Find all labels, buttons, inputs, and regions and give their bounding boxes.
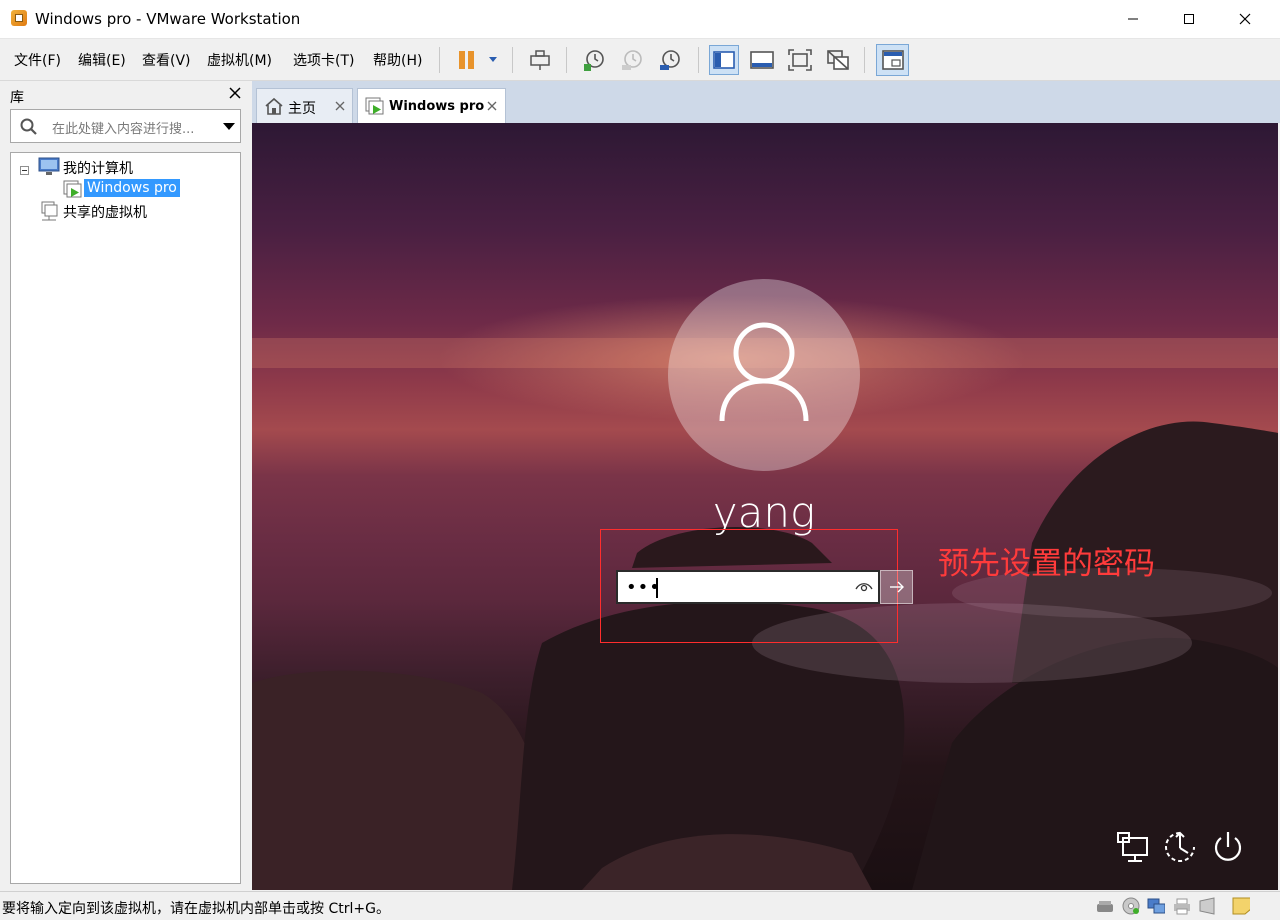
- toolbar-separator: [566, 47, 567, 73]
- hard-disk-icon[interactable]: [1096, 897, 1114, 915]
- network-button[interactable]: [1114, 829, 1150, 865]
- toolbar-separator: [864, 47, 865, 73]
- printer-icon[interactable]: [1173, 897, 1191, 915]
- full-screen-icon: [788, 49, 812, 71]
- keyboard-icon: [530, 50, 550, 70]
- minimize-icon: [1128, 18, 1138, 20]
- close-library-icon[interactable]: [228, 86, 242, 100]
- tree-item-shared-vms[interactable]: 共享的虚拟机: [11, 201, 240, 221]
- unity-button[interactable]: [823, 45, 853, 75]
- unity-icon: [827, 50, 849, 70]
- menu-edit[interactable]: 编辑(E): [78, 50, 126, 70]
- tree-label-my-computer: 我的计算机: [63, 161, 133, 177]
- maximize-icon: [1184, 14, 1194, 24]
- network-icon: [1117, 832, 1148, 862]
- reveal-password-icon[interactable]: [855, 581, 873, 593]
- menu-help[interactable]: 帮助(H): [373, 50, 422, 70]
- maximize-button[interactable]: [1166, 0, 1212, 38]
- close-tab-icon[interactable]: [487, 101, 497, 111]
- full-screen-button[interactable]: [785, 45, 815, 75]
- snapshot-manager-button[interactable]: [655, 45, 685, 75]
- menu-tabs[interactable]: 选项卡(T): [293, 50, 354, 70]
- tab-bar: 主页 Windows pro: [252, 81, 1280, 123]
- tree-item-my-computer[interactable]: 我的计算机: [11, 157, 240, 177]
- menu-vm[interactable]: 虚拟机(M): [207, 50, 272, 70]
- tree-label-shared-vms: 共享的虚拟机: [63, 205, 147, 221]
- vm-running-icon: [63, 180, 82, 198]
- status-message: 要将输入定向到该虚拟机，请在虚拟机内部单击或按 Ctrl+G。: [2, 901, 390, 917]
- network-adapter-icon[interactable]: [1147, 897, 1165, 915]
- tab-windows-pro[interactable]: Windows pro: [357, 88, 506, 123]
- window-title: Windows pro - VMware Workstation: [35, 10, 301, 28]
- cd-dvd-icon[interactable]: [1122, 897, 1140, 915]
- power-button[interactable]: [1210, 829, 1246, 865]
- vmware-app-icon: [11, 10, 27, 26]
- accessibility-icon: [1165, 831, 1195, 862]
- take-snapshot-button[interactable]: [579, 45, 609, 75]
- close-icon: [1239, 13, 1251, 25]
- power-icon: [1214, 832, 1242, 861]
- pause-icon: [459, 51, 497, 69]
- revert-snapshot-button[interactable]: [617, 45, 647, 75]
- shared-vm-icon: [41, 201, 58, 221]
- thumbnail-bar-icon: [750, 51, 774, 69]
- password-input[interactable]: •••: [616, 570, 880, 604]
- thumbnail-bar-button[interactable]: [747, 45, 777, 75]
- library-tree: 我的计算机 Windows pro 共享的虚拟机: [10, 152, 241, 884]
- user-avatar: [668, 279, 860, 471]
- tree-item-windows-pro[interactable]: Windows pro: [11, 179, 240, 199]
- library-title: 库: [10, 90, 24, 106]
- tree-label-windows-pro: Windows pro: [84, 179, 180, 197]
- console-view-button[interactable]: [876, 44, 909, 76]
- pause-vm-button[interactable]: [450, 45, 500, 75]
- toolbar-separator: [512, 47, 513, 73]
- revert-clock-icon: [622, 50, 642, 70]
- user-icon: [719, 322, 809, 422]
- arrow-right-icon: [889, 581, 904, 593]
- display-icon[interactable]: [1198, 897, 1216, 915]
- tab-windows-pro-label: Windows pro: [389, 99, 485, 114]
- home-icon: [265, 97, 283, 115]
- text-caret: [656, 578, 658, 598]
- search-placeholder: 在此处键入内容进行搜...: [52, 122, 195, 137]
- close-tab-icon[interactable]: [335, 101, 345, 111]
- show-library-button[interactable]: [709, 45, 739, 75]
- title-bar: Windows pro - VMware Workstation: [0, 0, 1280, 39]
- library-view-icon: [713, 51, 735, 69]
- send-ctrl-alt-del-button[interactable]: [525, 45, 555, 75]
- library-header: 库: [0, 81, 250, 108]
- status-bar: 要将输入定向到该虚拟机，请在虚拟机内部单击或按 Ctrl+G。: [0, 891, 1280, 920]
- annotation-text: 预先设置的密码: [938, 546, 1155, 582]
- toolbar-separator: [439, 47, 440, 73]
- library-search-input[interactable]: 在此处键入内容进行搜...: [10, 109, 241, 143]
- vm-running-icon: [365, 97, 384, 115]
- tab-home-label: 主页: [288, 101, 316, 117]
- tab-home[interactable]: 主页: [256, 88, 353, 123]
- menu-view[interactable]: 查看(V): [142, 50, 191, 70]
- accessibility-button[interactable]: [1162, 829, 1198, 865]
- message-log-icon[interactable]: [1232, 897, 1250, 915]
- minimize-button[interactable]: [1110, 0, 1156, 38]
- snapshot-clock-icon: [584, 50, 604, 71]
- collapse-toggle[interactable]: [20, 166, 29, 175]
- menu-toolbar: 文件(F) 编辑(E) 查看(V) 虚拟机(M) 选项卡(T) 帮助(H): [0, 39, 1280, 81]
- chevron-down-icon[interactable]: [223, 123, 235, 131]
- search-icon: [20, 118, 37, 135]
- computer-icon: [38, 157, 60, 175]
- menu-file[interactable]: 文件(F): [14, 50, 61, 70]
- vm-console-screen[interactable]: yang 预先设置的密码 •••: [252, 123, 1278, 890]
- console-view-icon: [881, 50, 904, 70]
- submit-password-button[interactable]: [880, 570, 913, 604]
- toolbar-separator: [698, 47, 699, 73]
- close-window-button[interactable]: [1222, 0, 1268, 38]
- snapshot-manager-icon: [660, 50, 680, 70]
